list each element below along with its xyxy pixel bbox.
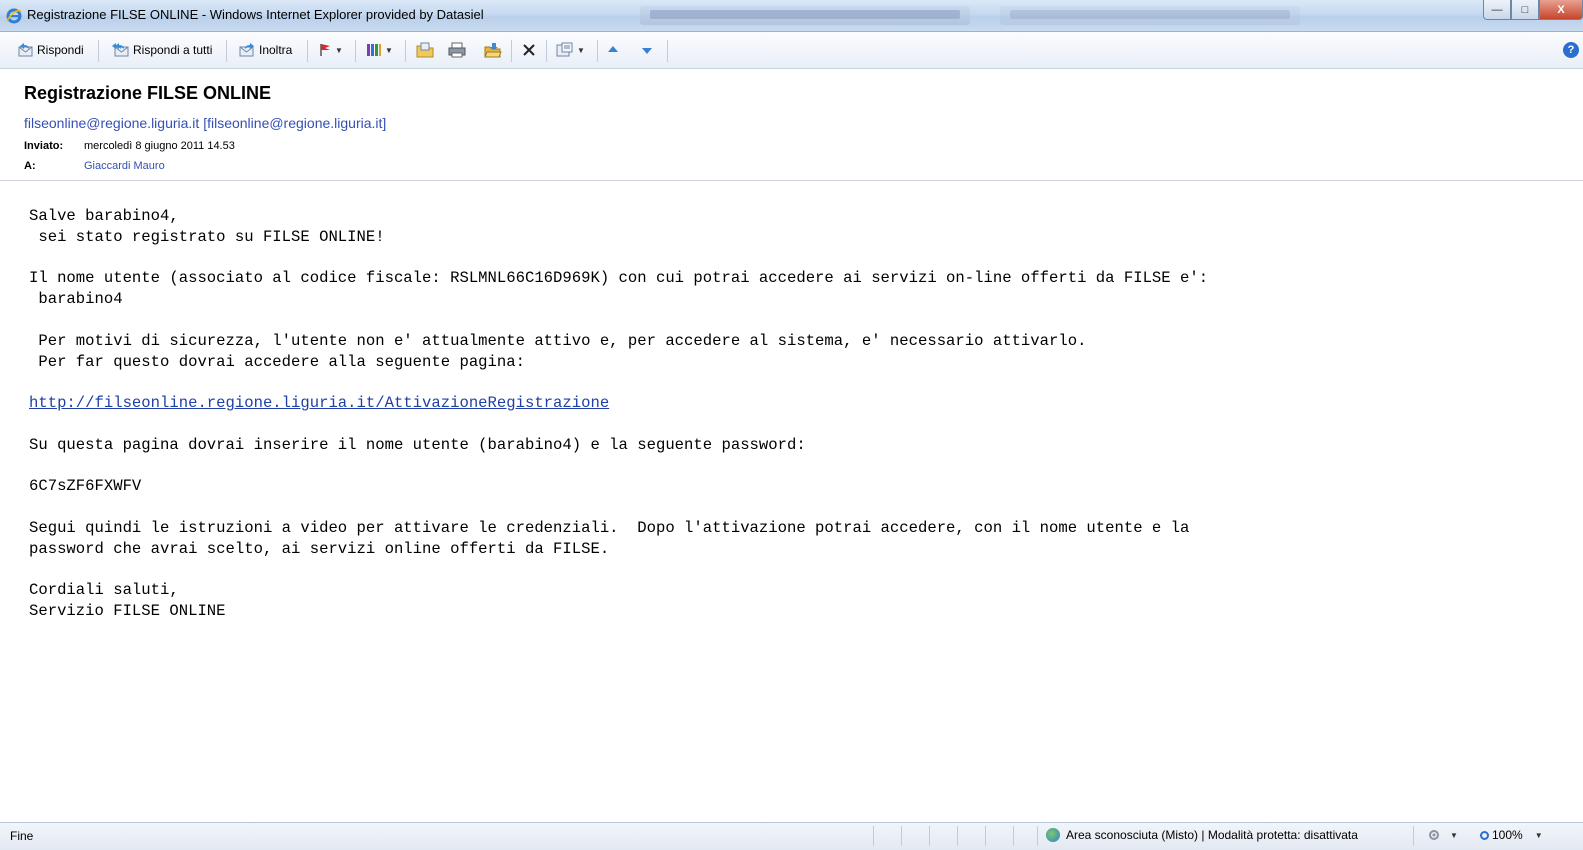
next-item-icon <box>642 48 652 54</box>
categorize-button[interactable]: ▼ <box>366 40 393 60</box>
status-divider <box>985 826 986 846</box>
print-button[interactable] <box>448 40 466 60</box>
status-divider <box>1037 826 1038 846</box>
message-subject: Registrazione FILSE ONLINE <box>24 83 272 103</box>
toolbar-divider <box>355 40 356 62</box>
reply-all-button[interactable]: Rispondi a tutti <box>110 40 212 60</box>
greeting-line: Salve barabino4, <box>29 207 179 225</box>
reply-all-label: Rispondi a tutti <box>133 43 213 57</box>
flag-icon <box>320 44 330 56</box>
reply-label: Rispondi <box>37 43 84 57</box>
dropdown-arrow-icon: ▼ <box>335 45 343 55</box>
instructions-line: password che avrai scelto, ai servizi on… <box>29 539 610 558</box>
security-line: Per far questo dovrai accedere alla segu… <box>29 352 525 371</box>
sent-date: mercoledì 8 giugno 2011 14.53 <box>84 140 235 152</box>
dropdown-arrow-icon: ▼ <box>1534 830 1543 840</box>
closing-line: Cordiali saluti, <box>29 581 179 600</box>
security-zone-label: Area sconosciuta (Misto) | Modalità prot… <box>1066 828 1358 842</box>
sender-address[interactable]: filseonline@regione.liguria.it [filseonl… <box>24 115 386 131</box>
security-line: Per motivi di sicurezza, l'utente non e'… <box>29 331 1087 350</box>
window-controls: — □ X <box>1483 0 1583 22</box>
globe-icon <box>1046 828 1060 842</box>
move-to-folder-icon <box>416 42 434 58</box>
closing-line: Servizio FILSE ONLINE <box>29 602 226 621</box>
reply-button[interactable]: Rispondi <box>18 40 84 60</box>
open-folder-button[interactable] <box>484 40 502 60</box>
password-value: 6C7sZF6FXWFV <box>29 477 142 496</box>
sent-label: Inviato: <box>24 140 64 152</box>
message-header: Registrazione FILSE ONLINE filseonline@r… <box>0 69 1583 181</box>
activation-link[interactable]: http://filseonline.regione.liguria.it/At… <box>29 394 609 412</box>
previous-item-button[interactable] <box>606 40 620 60</box>
to-label: A: <box>24 160 36 172</box>
dropdown-arrow-icon: ▼ <box>577 45 585 55</box>
zoom-level: 100% <box>1492 828 1523 842</box>
taskbar-blur <box>1000 6 1300 25</box>
zoom-icon <box>1480 830 1489 840</box>
username-line: Il nome utente (associato al codice fisc… <box>29 269 1209 288</box>
security-zone[interactable]: Area sconosciuta (Misto) | Modalità prot… <box>1046 828 1358 842</box>
reply-icon <box>18 43 33 57</box>
toolbar-divider <box>226 40 227 62</box>
actions-icon <box>556 42 573 57</box>
minimize-icon[interactable]: — <box>1483 0 1511 20</box>
status-bar: Fine Area sconosciuta (Misto) | Modalità… <box>0 822 1583 850</box>
delete-icon <box>523 44 535 56</box>
window-title: Registrazione FILSE ONLINE - Windows Int… <box>27 7 484 22</box>
print-icon <box>448 42 466 58</box>
toolbar-divider <box>667 40 668 62</box>
categorize-icon <box>367 44 381 56</box>
dropdown-arrow-icon: ▼ <box>385 45 393 55</box>
previous-item-icon <box>608 46 618 52</box>
dropdown-arrow-icon: ▼ <box>1450 830 1458 840</box>
status-divider <box>901 826 902 846</box>
toolbar-divider <box>546 40 547 62</box>
forward-label: Inoltra <box>259 43 293 57</box>
reply-all-icon <box>112 43 129 57</box>
status-divider <box>1013 826 1014 846</box>
gear-icon <box>1429 830 1439 840</box>
recipient-name[interactable]: Giaccardi Mauro <box>84 160 165 172</box>
toolbar-divider <box>405 40 406 62</box>
status-divider <box>929 826 930 846</box>
toolbar-divider <box>307 40 308 62</box>
status-divider <box>873 826 874 846</box>
zoom-control[interactable]: 100% ▼ <box>1480 828 1543 842</box>
close-icon[interactable]: X <box>1539 0 1583 20</box>
toolbar-divider <box>98 40 99 62</box>
open-folder-icon <box>484 43 502 58</box>
title-bar: Registrazione FILSE ONLINE - Windows Int… <box>0 0 1583 32</box>
greeting-line: sei stato registrato su FILSE ONLINE! <box>29 227 385 246</box>
internet-explorer-icon <box>6 8 22 24</box>
status-text: Fine <box>10 829 34 843</box>
move-to-folder-button[interactable] <box>416 40 434 60</box>
forward-icon <box>239 43 254 57</box>
taskbar-blur <box>640 6 970 25</box>
message-toolbar: Rispondi Rispondi a tutti Inoltra ▼ ▼ ▼ … <box>0 32 1583 69</box>
status-divider <box>957 826 958 846</box>
maximize-icon[interactable]: □ <box>1511 0 1539 20</box>
actions-button[interactable]: ▼ <box>556 40 585 60</box>
password-intro: Su questa pagina dovrai inserire il nome… <box>29 435 806 454</box>
flag-button[interactable]: ▼ <box>318 40 343 60</box>
toolbar-divider <box>597 40 598 62</box>
help-icon[interactable]: ? <box>1563 42 1579 58</box>
message-body: Salve barabino4, sei stato registrato su… <box>29 206 1559 622</box>
tools-menu-button[interactable]: ▼ <box>1426 828 1458 842</box>
next-item-button[interactable] <box>640 40 654 60</box>
status-divider <box>1413 826 1414 846</box>
forward-button[interactable]: Inoltra <box>238 40 292 60</box>
toolbar-divider <box>511 40 512 62</box>
delete-button[interactable] <box>522 40 536 60</box>
instructions-line: Segui quindi le istruzioni a video per a… <box>29 518 1190 537</box>
username-line: barabino4 <box>29 290 123 309</box>
